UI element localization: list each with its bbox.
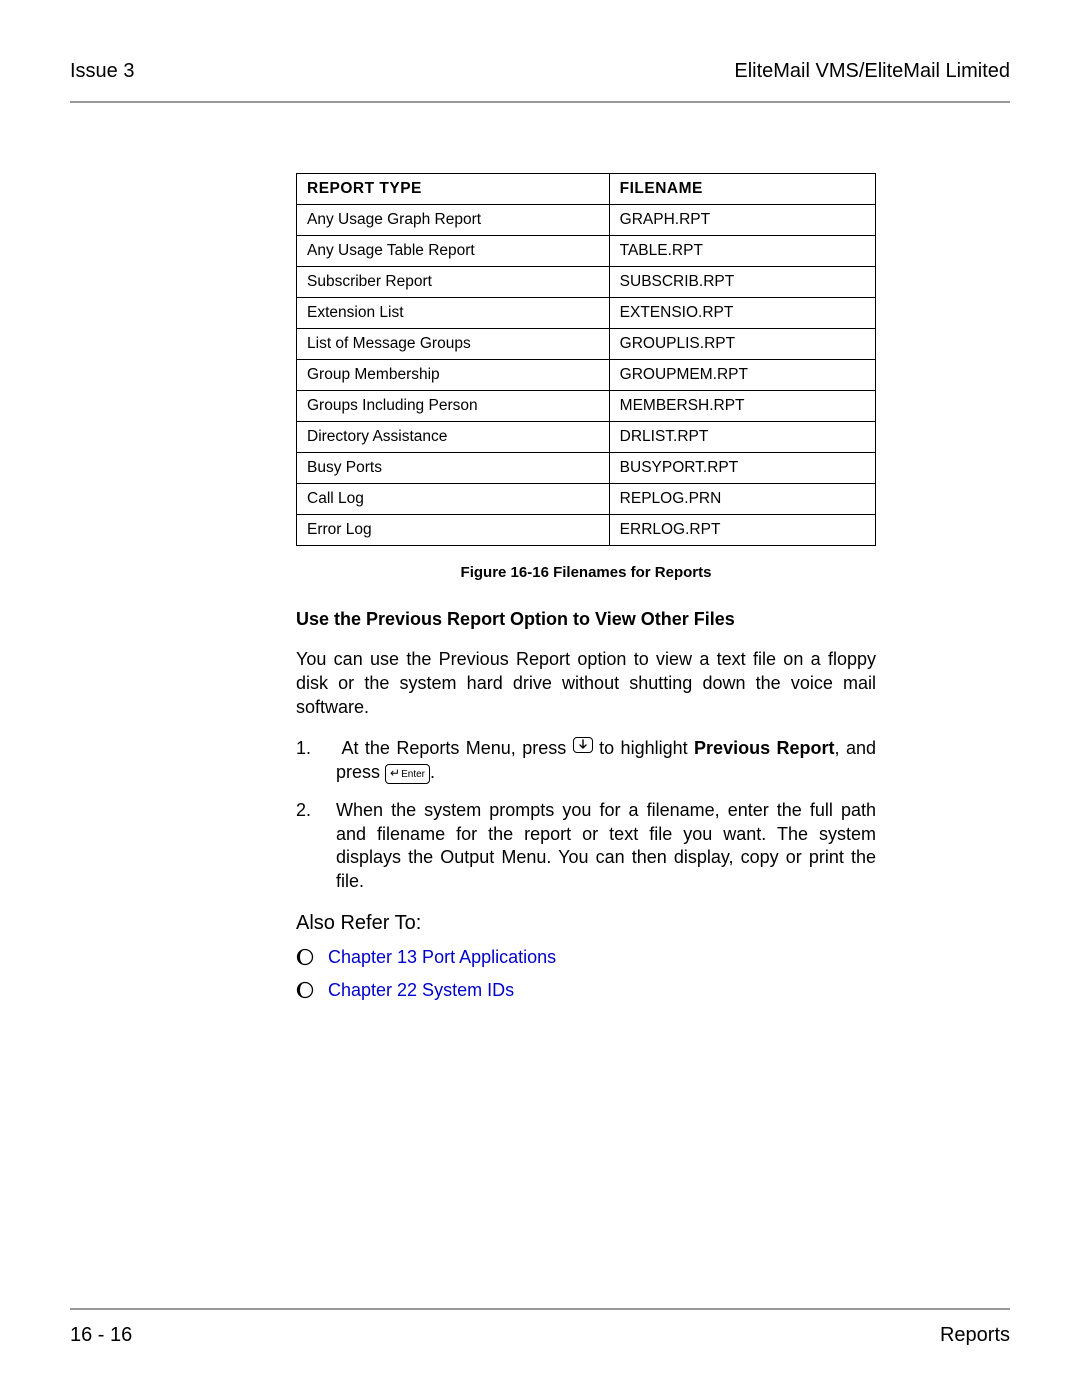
step-1-text-a: At the Reports Menu, press	[341, 738, 572, 758]
cell-type: Call Log	[297, 484, 610, 515]
table-row: Extension ListEXTENSIO.RPT	[297, 298, 876, 329]
cell-type: Any Usage Graph Report	[297, 205, 610, 236]
table-row: Any Usage Table ReportTABLE.RPT	[297, 236, 876, 267]
table-row: Any Usage Graph ReportGRAPH.RPT	[297, 205, 876, 236]
footer-section: Reports	[940, 1324, 1010, 1347]
table-row: Groups Including PersonMEMBERSH.RPT	[297, 391, 876, 422]
cell-type: Busy Ports	[297, 453, 610, 484]
cell-type: Group Membership	[297, 360, 610, 391]
ref-item: Chapter 22 System IDs	[296, 980, 876, 1001]
cell-file: SUBSCRIB.RPT	[609, 267, 875, 298]
document-page: Issue 3 EliteMail VMS/EliteMail Limited …	[0, 0, 1080, 1397]
figure-caption: Figure 16-16 Filenames for Reports	[296, 564, 876, 581]
cell-file: GRAPH.RPT	[609, 205, 875, 236]
cell-file: TABLE.RPT	[609, 236, 875, 267]
page-content: Report Type Filename Any Usage Graph Rep…	[296, 173, 876, 1001]
cell-file: BUSYPORT.RPT	[609, 453, 875, 484]
cell-type: List of Message Groups	[297, 329, 610, 360]
footer-page-number: 16 - 16	[70, 1324, 132, 1347]
step-2: When the system prompts you for a filena…	[296, 799, 876, 894]
table-header-file: Filename	[609, 174, 875, 205]
table-row: Subscriber ReportSUBSCRIB.RPT	[297, 267, 876, 298]
intro-paragraph: You can use the Previous Report option t…	[296, 648, 876, 719]
header-issue: Issue 3	[70, 60, 134, 83]
step-1-text-d: .	[430, 762, 435, 782]
table-row: Directory AssistanceDRLIST.RPT	[297, 422, 876, 453]
cell-type: Error Log	[297, 515, 610, 546]
cell-file: EXTENSIO.RPT	[609, 298, 875, 329]
page-header: Issue 3 EliteMail VMS/EliteMail Limited	[70, 60, 1010, 103]
step-1-text-b: to highlight	[593, 738, 694, 758]
cell-type: Subscriber Report	[297, 267, 610, 298]
enter-key-label: Enter	[401, 769, 425, 780]
table-header-row: Report Type Filename	[297, 174, 876, 205]
steps-list: At the Reports Menu, press to highlight …	[296, 737, 876, 894]
cell-type: Groups Including Person	[297, 391, 610, 422]
table-row: List of Message GroupsGROUPLIS.RPT	[297, 329, 876, 360]
cell-type: Any Usage Table Report	[297, 236, 610, 267]
page-footer: 16 - 16 Reports	[70, 1308, 1010, 1347]
header-product: EliteMail VMS/EliteMail Limited	[734, 60, 1010, 83]
cell-file: GROUPLIS.RPT	[609, 329, 875, 360]
cell-type: Directory Assistance	[297, 422, 610, 453]
cell-file: ERRLOG.RPT	[609, 515, 875, 546]
also-refer-list: Chapter 13 Port Applications Chapter 22 …	[296, 947, 876, 1001]
cell-file: REPLOG.PRN	[609, 484, 875, 515]
table-header-type: Report Type	[297, 174, 610, 205]
ref-link-port-applications[interactable]: Chapter 13 Port Applications	[328, 947, 556, 968]
moon-bullet-icon	[296, 948, 314, 966]
cell-file: GROUPMEM.RPT	[609, 360, 875, 391]
moon-bullet-icon	[296, 981, 314, 999]
filenames-table: Report Type Filename Any Usage Graph Rep…	[296, 173, 876, 546]
table-row: Call LogREPLOG.PRN	[297, 484, 876, 515]
enter-key-icon: ↵Enter	[385, 764, 430, 784]
section-heading: Use the Previous Report Option to View O…	[296, 609, 876, 630]
table-row: Group MembershipGROUPMEM.RPT	[297, 360, 876, 391]
cell-file: DRLIST.RPT	[609, 422, 875, 453]
table-row: Busy PortsBUSYPORT.RPT	[297, 453, 876, 484]
ref-link-system-ids[interactable]: Chapter 22 System IDs	[328, 980, 514, 1001]
step-1: At the Reports Menu, press to highlight …	[296, 737, 876, 785]
ref-item: Chapter 13 Port Applications	[296, 947, 876, 968]
table-row: Error LogERRLOG.RPT	[297, 515, 876, 546]
also-refer-heading: Also Refer To:	[296, 912, 876, 935]
cell-file: MEMBERSH.RPT	[609, 391, 875, 422]
cell-type: Extension List	[297, 298, 610, 329]
step-1-bold: Previous Report	[694, 738, 834, 758]
down-arrow-key-icon	[573, 737, 593, 753]
